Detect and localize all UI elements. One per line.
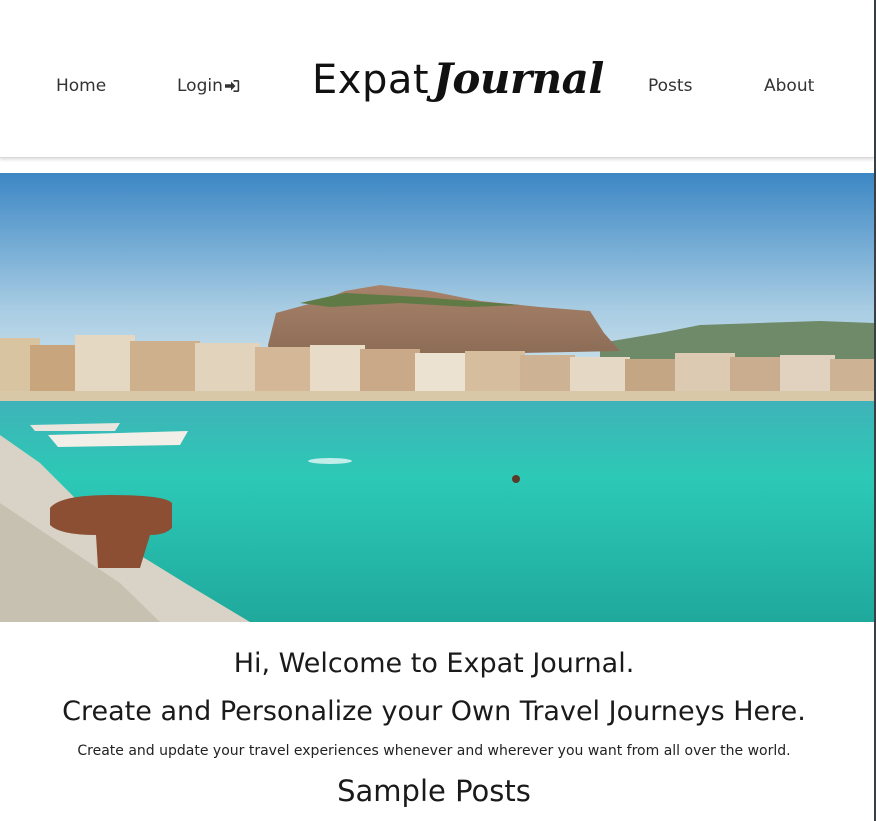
welcome-heading: Hi, Welcome to Expat Journal. (233, 648, 635, 679)
welcome-description: Create and update your travel experience… (77, 743, 791, 759)
site-logo[interactable]: ExpatJournal (312, 57, 604, 103)
nav-login-link[interactable]: Login (177, 76, 240, 98)
logo-text-journal: Journal (433, 54, 604, 103)
navbar: Home Login ExpatJournal Posts About (0, 0, 874, 158)
sample-posts-heading: Sample Posts (337, 774, 531, 808)
nav-about-link[interactable]: About (764, 76, 814, 96)
sign-in-icon (224, 78, 240, 98)
hero-image (0, 173, 874, 622)
nav-login-label: Login (177, 76, 223, 96)
tagline-heading: Create and Personalize your Own Travel J… (62, 696, 806, 727)
nav-posts-link[interactable]: Posts (648, 76, 692, 96)
logo-text-expat: Expat (312, 57, 430, 103)
nav-home-link[interactable]: Home (56, 76, 106, 96)
